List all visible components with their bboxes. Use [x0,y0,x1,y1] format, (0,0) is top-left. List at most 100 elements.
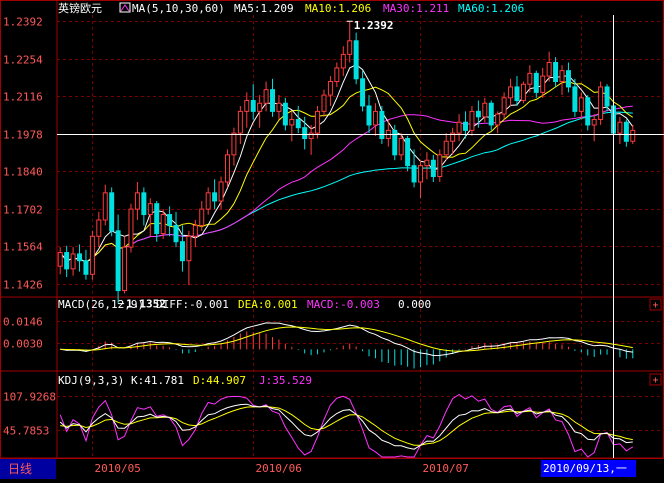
candle-down [488,102,494,126]
candle-up [578,97,584,112]
candle-up [546,62,552,77]
candle-up [192,224,198,237]
kdj-k-label: K:41.781 [131,374,184,387]
candle-down [212,192,218,202]
candle-down [360,78,366,107]
candle-up [89,235,95,275]
candle-up [469,110,475,131]
candle-up [527,72,533,85]
candle-up [508,86,514,99]
y-axis-labels: 1.2392 1.2254 1.2116 1.1978 1.1840 1.1702 1.15… [3,16,56,438]
candle-up [315,110,321,134]
candle-down [77,253,83,262]
candle-down [411,165,417,183]
candle-up [102,192,108,221]
candle-down [167,214,173,226]
kdj-j-line [59,393,634,458]
macd-value-label: MACD:-0.003 [307,298,380,311]
symbol-name: 英镑欧元 [58,1,102,15]
x-tick-label: 2010/05 [95,462,141,475]
candle-up [424,159,430,167]
candle-up [134,192,140,210]
macd-diff-label: DIFF:-0.001 [156,298,229,311]
chart-window: 1.2392 1.2254 1.2116 1.1978 1.1840 1.1702 1.15… [0,0,664,479]
candle-up [559,70,565,83]
candle-down [109,192,115,232]
candle-down [463,121,469,131]
candle-up [321,94,327,112]
candle-up [289,119,295,126]
candle-up [520,83,526,102]
cursor-date: 2010/09/13,一 [543,462,627,475]
candle-up [308,132,314,140]
candle-up [501,97,507,115]
candle-down [64,252,70,270]
candle-up [57,252,63,267]
moving-average-lines [59,64,634,263]
candle-up [591,119,597,126]
candle-up [160,214,166,235]
candle-up [70,253,76,270]
candle-up [231,132,237,156]
candle-down [572,86,578,112]
main-y-tick-label: 1.1840 [3,166,43,179]
macd-indicator [60,322,634,369]
macd-y-tick-label: 0.0030 [3,338,43,351]
kdj-d-line [60,406,633,446]
candle-up [398,138,404,156]
candle-up [199,208,205,226]
candle-up [205,192,211,210]
candlestick-series [57,20,636,305]
candle-down [179,241,185,262]
candle-down [405,138,411,167]
candle-down [295,119,301,129]
main-y-tick-label: 1.2254 [3,54,43,67]
ma30-line [59,105,633,263]
candle-up [443,140,449,156]
ma5-value-label: MA5:1.209 [234,2,294,15]
main-y-tick-label: 1.1978 [3,129,43,142]
kdj-j-label: J:35.529 [259,374,312,387]
candle-up [224,154,230,183]
candle-down [154,203,160,235]
main-y-tick-label: 1.2116 [3,91,43,104]
candle-up [257,102,263,112]
macd-zero-label: 0.000 [398,298,431,311]
candle-down [604,86,610,107]
macd-diff-line [60,322,633,357]
candle-down [250,100,256,112]
ma30-value-label: MA30:1.211 [383,2,449,15]
ma-toggle-glyph-icon [120,4,130,12]
period-label: 日线 [8,462,32,476]
candle-up [244,100,250,112]
candle-up [598,86,604,121]
candle-up [540,75,546,93]
macd-expand-icon: + [652,300,658,311]
kdj-indicator [59,393,634,458]
candle-up [122,246,128,292]
candle-up [128,208,134,248]
candle-up [334,67,340,83]
candle-down [514,86,520,102]
stock-chart-svg[interactable]: 1.2392 1.2254 1.2116 1.1978 1.1840 1.1702 1.15… [0,0,664,479]
candle-up [327,81,333,96]
candle-down [533,72,539,93]
candle-up [340,53,346,69]
candle-down [585,97,591,126]
kdj-title: KDJ(9,3,3) [58,374,124,387]
main-y-tick-label: 1.2392 [3,16,43,29]
ma-params-label: MA(5,10,30,60) [132,2,225,15]
candle-up [347,40,353,55]
candle-up [495,113,501,126]
candle-down [565,70,571,88]
x-tick-label: 2010/06 [256,462,302,475]
ma5-line [59,64,634,263]
macd-dea-label: DEA:0.001 [238,298,298,311]
kdj-y-tick-label: 107.9268 [3,391,56,404]
candle-down [553,62,559,83]
candle-up [417,165,423,183]
ma60-value-label: MA60:1.206 [458,2,524,15]
main-y-tick-label: 1.1426 [3,279,43,292]
kdj-k-line [59,403,633,450]
candle-up [437,154,443,178]
